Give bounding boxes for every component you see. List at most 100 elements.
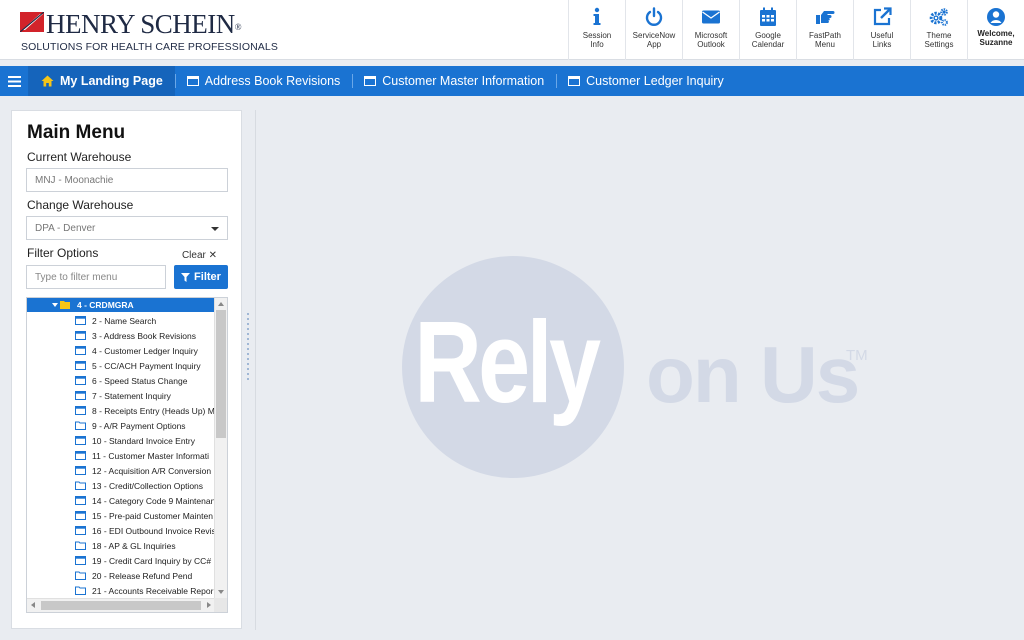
funnel-icon bbox=[181, 272, 191, 282]
tool-label: Microsoft Outlook bbox=[694, 31, 728, 49]
window-icon bbox=[75, 466, 86, 475]
tree-item-label: 19 - Credit Card Inquiry by CC# bbox=[92, 555, 212, 566]
theme-settings-button[interactable]: Theme Settings bbox=[910, 0, 967, 60]
tool-label: Google Calendar bbox=[751, 31, 785, 49]
folder-icon bbox=[75, 421, 86, 430]
session-info-button[interactable]: Session Info bbox=[568, 0, 625, 60]
tree-item-label: 14 - Category Code 9 Maintenan bbox=[92, 495, 215, 506]
main-menu-panel: Main Menu Current Warehouse MNJ - Moonac… bbox=[11, 110, 242, 629]
brand-name: HENRY SCHEIN® bbox=[46, 9, 242, 39]
tab-my-landing-page[interactable]: My Landing Page bbox=[29, 66, 175, 96]
tree-item[interactable]: 5 - CC/ACH Payment Inquiry bbox=[27, 358, 215, 373]
clear-filter-link[interactable]: Clear ✕ bbox=[182, 250, 217, 261]
folder-open-icon bbox=[60, 301, 70, 309]
tree-item-label: 4 - Customer Ledger Inquiry bbox=[92, 345, 198, 356]
tree-item-label: 18 - AP & GL Inquiries bbox=[92, 540, 176, 551]
window-icon bbox=[75, 451, 86, 460]
tree-item[interactable]: 14 - Category Code 9 Maintenan bbox=[27, 493, 215, 508]
tab-label: Customer Ledger Inquiry bbox=[586, 74, 724, 88]
tab-address-book-revisions[interactable]: Address Book Revisions bbox=[174, 66, 352, 96]
caret-down-icon bbox=[211, 227, 219, 231]
tree-item[interactable]: 13 - Credit/Collection Options bbox=[27, 478, 215, 493]
tree-item[interactable]: 15 - Pre-paid Customer Mainten bbox=[27, 508, 215, 523]
window-icon bbox=[186, 76, 199, 86]
tree-item-label: 10 - Standard Invoice Entry bbox=[92, 435, 196, 446]
tool-label: Theme Settings bbox=[924, 31, 954, 49]
window-icon bbox=[75, 391, 86, 400]
svg-text:TM: TM bbox=[846, 347, 868, 364]
change-warehouse-select[interactable]: DPA - Denver bbox=[26, 216, 228, 240]
tree-item[interactable]: 8 - Receipts Entry (Heads Up) M bbox=[27, 403, 215, 418]
tree-item-label: 21 - Accounts Receivable Repor bbox=[92, 585, 214, 596]
power-icon bbox=[645, 7, 663, 26]
tree-item[interactable]: 9 - A/R Payment Options bbox=[27, 418, 215, 433]
window-icon bbox=[75, 376, 86, 385]
google-calendar-button[interactable]: Google Calendar bbox=[739, 0, 796, 60]
expand-caret-icon bbox=[52, 303, 58, 307]
tree-item-label: 12 - Acquisition A/R Conversion bbox=[92, 465, 212, 476]
tool-label: FastPath Menu bbox=[808, 31, 841, 49]
tree-item[interactable]: 7 - Statement Inquiry bbox=[27, 388, 215, 403]
tree-item-label: 20 - Release Refund Pend bbox=[92, 570, 193, 581]
tree-item[interactable]: 19 - Credit Card Inquiry by CC# bbox=[27, 553, 215, 568]
scroll-thumb[interactable] bbox=[216, 310, 226, 438]
header-toolbar: Session Info ServiceNow App Microsoft Outlo… bbox=[568, 0, 1024, 60]
scroll-down-icon bbox=[218, 590, 224, 594]
filter-menu-input[interactable]: Type to filter menu bbox=[26, 265, 166, 289]
tree-item[interactable]: 2 - Name Search bbox=[27, 313, 215, 328]
tree-root-node[interactable]: 4 - CRDMGRA bbox=[27, 298, 215, 312]
svg-text:Rely: Rely bbox=[414, 297, 601, 427]
tree-item-label: 2 - Name Search bbox=[92, 315, 157, 326]
splitter-handle[interactable] bbox=[246, 313, 250, 385]
tree-item-label: 8 - Receipts Entry (Heads Up) M bbox=[92, 405, 215, 416]
tab-customer-ledger-inquiry[interactable]: Customer Ledger Inquiry bbox=[556, 66, 736, 96]
tree-item[interactable]: 3 - Address Book Revisions bbox=[27, 328, 215, 343]
folder-icon bbox=[75, 541, 86, 550]
tree-item[interactable]: 11 - Customer Master Informati bbox=[27, 448, 215, 463]
scroll-right-icon bbox=[207, 602, 211, 608]
scroll-thumb[interactable] bbox=[41, 601, 201, 610]
brand-tagline: SOLUTIONS FOR HEALTH CARE PROFESSIONALS bbox=[21, 41, 278, 53]
tool-label: Session Info bbox=[582, 31, 612, 49]
hamburger-icon bbox=[7, 75, 21, 87]
tree-item[interactable]: 16 - EDI Outbound Invoice Revis bbox=[27, 523, 215, 538]
tool-label: Welcome, Suzanne bbox=[977, 29, 1015, 47]
tree-items: 2 - Name Search 3 - Address Book Revision… bbox=[27, 313, 215, 598]
window-icon bbox=[75, 436, 86, 445]
hamburger-menu-button[interactable] bbox=[0, 66, 29, 96]
tree-item-label: 3 - Address Book Revisions bbox=[92, 330, 196, 341]
henry-schein-logo[interactable]: HENRY SCHEIN® SOLUTIONS FOR HEALTH CARE … bbox=[20, 9, 278, 54]
tree-item[interactable]: 21 - Accounts Receivable Repor bbox=[27, 583, 215, 598]
calendar-icon bbox=[760, 7, 776, 26]
tree-item[interactable]: 20 - Release Refund Pend bbox=[27, 568, 215, 583]
rely-on-us-watermark: Rely on Us TM bbox=[402, 256, 868, 478]
tree-item[interactable]: 12 - Acquisition A/R Conversion bbox=[27, 463, 215, 478]
microsoft-outlook-button[interactable]: Microsoft Outlook bbox=[682, 0, 739, 60]
tab-customer-master-information[interactable]: Customer Master Information bbox=[352, 66, 556, 96]
tool-label: Useful Links bbox=[870, 31, 894, 49]
tree-item-label: 15 - Pre-paid Customer Mainten bbox=[92, 510, 213, 521]
tab-label: Customer Master Information bbox=[382, 74, 545, 88]
tree-item[interactable]: 6 - Speed Status Change bbox=[27, 373, 215, 388]
tree-item[interactable]: 18 - AP & GL Inquiries bbox=[27, 538, 215, 553]
tree-item[interactable]: 10 - Standard Invoice Entry bbox=[27, 433, 215, 448]
window-icon bbox=[75, 316, 86, 325]
tool-label: ServiceNow App bbox=[632, 31, 676, 49]
window-icon bbox=[75, 556, 86, 565]
info-icon bbox=[593, 7, 601, 25]
fastpath-menu-button[interactable]: FastPath Menu bbox=[796, 0, 853, 60]
user-profile-button[interactable]: Welcome, Suzanne bbox=[967, 0, 1024, 60]
servicenow-app-button[interactable]: ServiceNow App bbox=[625, 0, 682, 60]
folder-icon bbox=[75, 481, 86, 490]
external-link-icon bbox=[873, 7, 892, 26]
tree-item-label: 6 - Speed Status Change bbox=[92, 375, 188, 386]
filter-button[interactable]: Filter bbox=[174, 265, 228, 289]
tree-item-label: 7 - Statement Inquiry bbox=[92, 390, 171, 401]
vertical-scrollbar[interactable] bbox=[214, 298, 227, 598]
horizontal-scrollbar[interactable] bbox=[27, 598, 215, 612]
envelope-icon bbox=[702, 10, 720, 24]
useful-links-button[interactable]: Useful Links bbox=[853, 0, 910, 60]
home-icon bbox=[41, 75, 54, 87]
tree-item[interactable]: 4 - Customer Ledger Inquiry bbox=[27, 343, 215, 358]
window-icon bbox=[75, 526, 86, 535]
